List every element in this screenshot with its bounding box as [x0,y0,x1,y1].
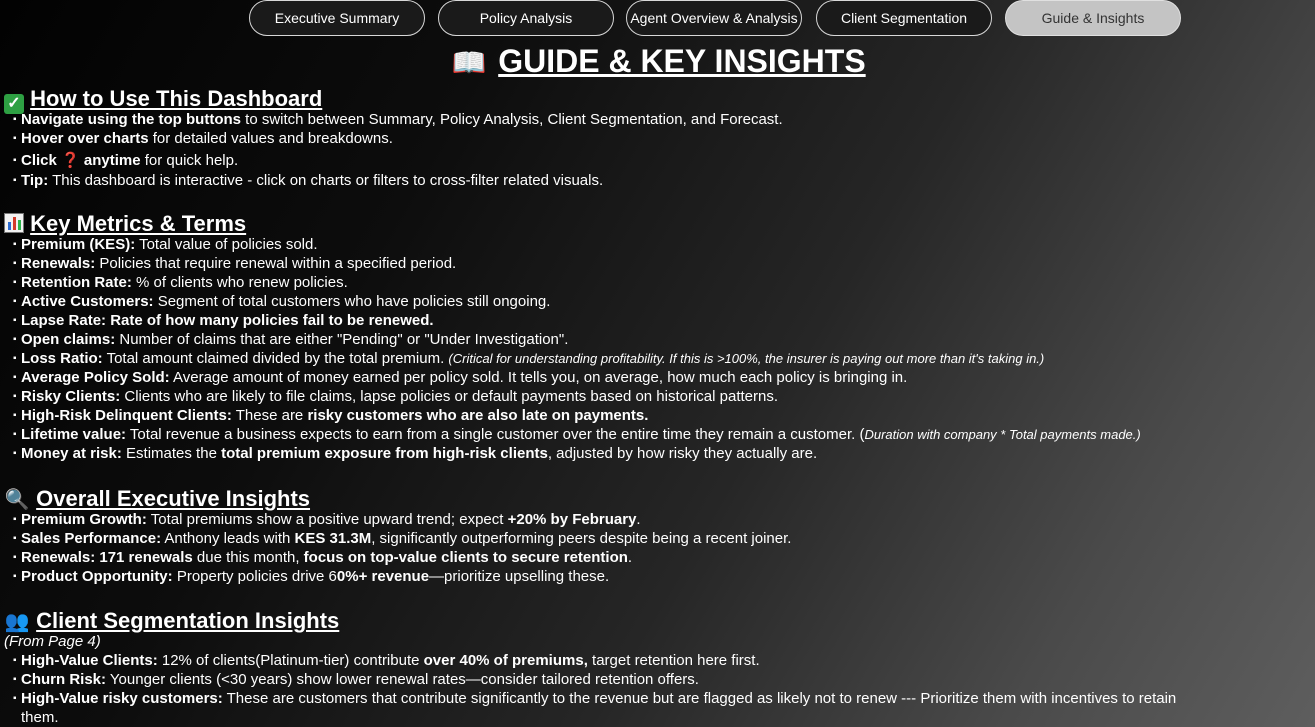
list-item: ▪ Average Policy Sold: Average amount of … [13,369,908,386]
tab-executive-summary[interactable]: Executive Summary [249,0,425,36]
list-item: ▪ Lifetime value: Total revenue a busines… [13,426,1141,443]
list-item: ▪ Active Customers: Segment of total cust… [13,293,551,310]
tab-guide-insights[interactable]: Guide & Insights [1005,0,1181,36]
book-icon: 📖 [451,47,487,78]
list-item: ▪ Premium (KES): Total value of policies … [13,236,318,253]
list-item: ▪ High-Value risky customers: These are c… [13,690,1177,707]
section-heading-client-segmentation: 👥 Client Segmentation Insights [4,608,340,633]
section-heading-key-metrics: Key Metrics & Terms [4,211,246,237]
list-item: ▪ Money at risk: Estimates the total prem… [13,445,818,462]
tab-policy-analysis[interactable]: Policy Analysis [438,0,614,36]
list-item: ▪ Premium Growth: Total premiums show a p… [13,511,641,528]
bar-chart-icon [4,213,24,233]
list-item: ▪ Sales Performance: Anthony leads with K… [13,530,792,547]
list-item: ▪ Hover over charts for detailed values a… [13,130,393,147]
list-item: ▪ Churn Risk: Younger clients (<30 years)… [13,671,699,688]
list-item: ▪ Click ❓ anytime for quick help. [13,152,239,169]
page-title: 📖 GUIDE & KEY INSIGHTS [0,42,1315,82]
list-item: ▪ High-Risk Delinquent Clients: These are… [13,407,649,424]
list-item: ▪ Risky Clients: Clients who are likely t… [13,388,779,405]
list-item-continuation: them. [21,709,59,726]
tab-agent-overview[interactable]: Agent Overview & Analysis [626,0,802,36]
list-item: ▪ Product Opportunity: Property policies … [13,568,610,585]
list-item: ▪ Lapse Rate: Rate of how many policies f… [13,312,434,329]
list-item: ▪ Open claims: Number of claims that are … [13,331,569,348]
list-item: ▪ Retention Rate: % of clients who renew … [13,274,348,291]
section-heading-executive-insights: 🔍 Overall Executive Insights [4,486,311,511]
list-item: ▪ Tip: This dashboard is interactive - cl… [13,172,604,189]
list-item: ▪ High-Value Clients: 12% of clients(Plat… [13,652,760,669]
top-navigation: Executive Summary Policy Analysis Agent … [0,0,1315,37]
list-item: ▪ Renewals: 171 renewals due this month, … [13,549,633,566]
tab-client-segmentation[interactable]: Client Segmentation [816,0,992,36]
list-item: ▪ Loss Ratio: Total amount claimed divide… [13,350,1045,367]
list-item: ▪ Renewals: Policies that require renewal… [13,255,457,272]
list-item: ▪ Navigate using the top buttons to switc… [13,111,783,128]
help-icon[interactable]: ❓ [61,152,80,169]
source-note: (From Page 4) [4,633,101,650]
